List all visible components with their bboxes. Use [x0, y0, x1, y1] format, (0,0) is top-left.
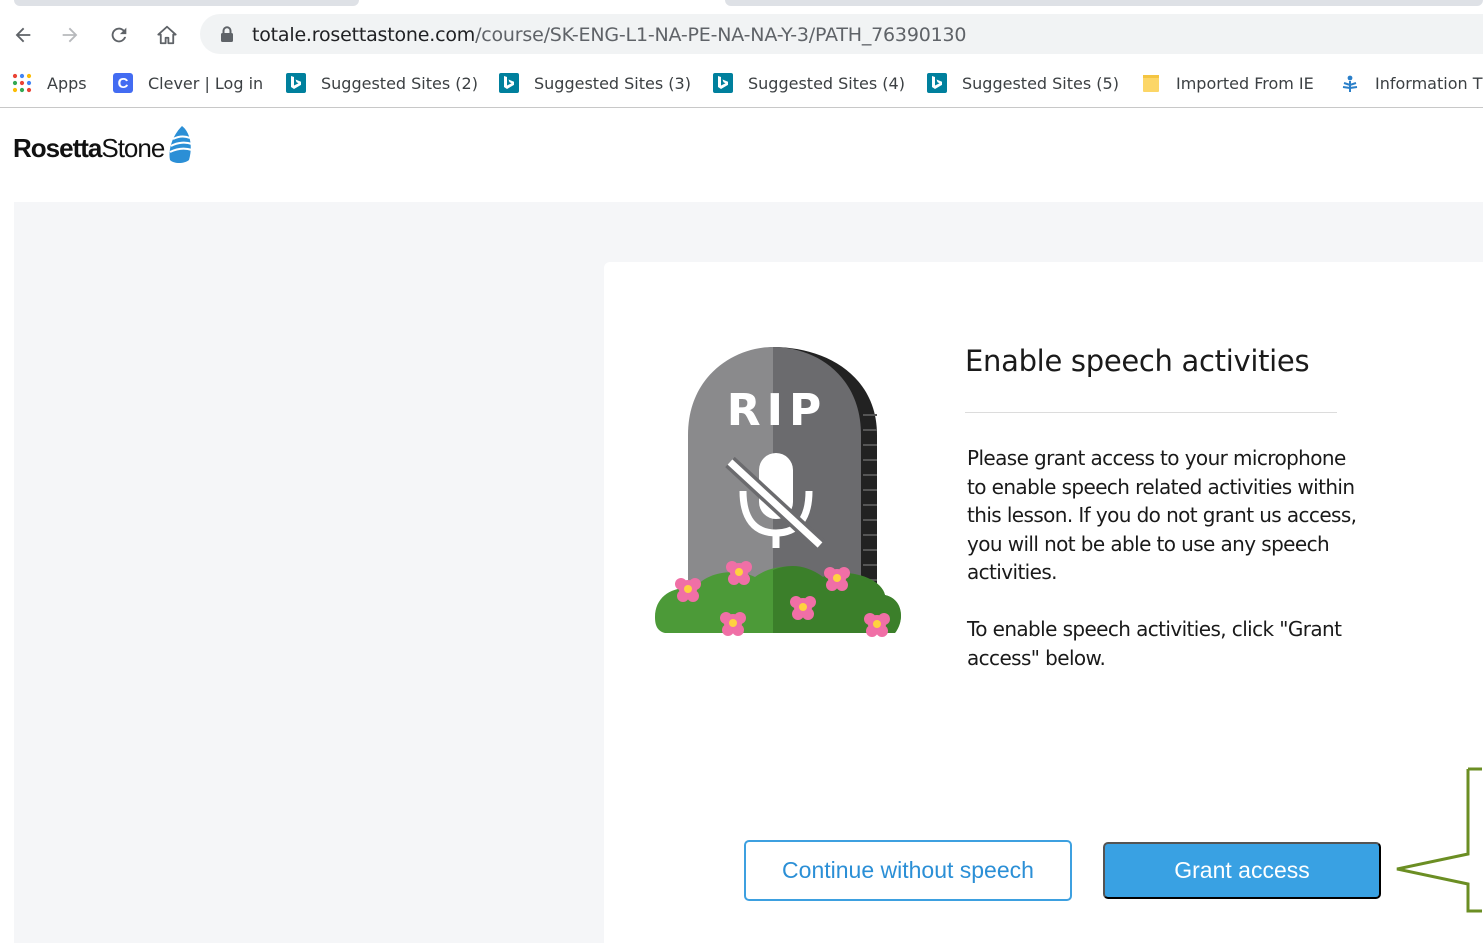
bookmark-label: Suggested Sites (4): [748, 73, 905, 93]
title-divider: [965, 412, 1337, 413]
bookmarks-bar: Apps C Clever | Log in Suggested Sites (…: [0, 58, 1483, 108]
tab-edge[interactable]: [725, 0, 1483, 6]
bookmark-apps[interactable]: Apps: [12, 72, 87, 94]
rosetta-stone-logo[interactable]: RosettaStone: [13, 126, 196, 166]
bookmark-suggested-sites-5[interactable]: Suggested Sites (5): [927, 72, 1119, 94]
dialog-body: Please grant access to your microphone t…: [967, 444, 1367, 672]
bookmark-label: Suggested Sites (3): [534, 73, 691, 93]
arrow-right-icon: [62, 27, 78, 43]
bing-icon: [499, 73, 519, 93]
address-bar[interactable]: totale.rosettastone.com/course/SK-ENG-L1…: [200, 14, 1483, 54]
bing-icon: [713, 73, 733, 93]
bing-icon: [927, 73, 947, 93]
bookmark-label: Apps: [47, 73, 87, 93]
bing-icon: [286, 73, 306, 93]
bookmark-suggested-sites-3[interactable]: Suggested Sites (3): [499, 72, 691, 94]
clever-icon: C: [113, 73, 133, 93]
bookmark-information[interactable]: Information T: [1340, 72, 1482, 94]
url-host: totale.rosettastone.com: [252, 24, 476, 46]
continue-without-speech-button[interactable]: Continue without speech: [744, 840, 1072, 901]
url-path: /course/SK-ENG-L1-NA-PE-NA-NA-Y-3/PATH_7…: [475, 24, 967, 46]
apps-grid-icon: [12, 73, 32, 93]
rosetta-stone-logo-icon: [169, 126, 193, 163]
site-header: RosettaStone: [0, 110, 1483, 202]
info-tech-icon: [1340, 73, 1360, 93]
home-icon: [157, 25, 177, 45]
bookmark-suggested-sites-4[interactable]: Suggested Sites (4): [713, 72, 905, 94]
dialog-title: Enable speech activities: [965, 344, 1310, 378]
arrow-left-icon: [15, 27, 31, 43]
tombstone-muted-microphone-icon: RIP: [655, 347, 901, 637]
bookmark-label: Suggested Sites (5): [962, 73, 1119, 93]
bookmark-imported-from-ie[interactable]: Imported From IE: [1141, 72, 1314, 94]
dialog-paragraph-2: To enable speech activities, click "Gran…: [967, 616, 1342, 670]
bookmark-label: Clever | Log in: [148, 73, 264, 93]
tab-strip: [0, 0, 1483, 12]
url-text: totale.rosettastone.com/course/SK-ENG-L1…: [252, 24, 966, 46]
dialog-paragraph-1: Please grant access to your microphone t…: [967, 446, 1357, 585]
logo-text-bold: Rosetta: [13, 132, 102, 163]
logo-text: RosettaStone: [13, 132, 165, 164]
tombstone-engraving: RIP: [727, 385, 828, 436]
folder-icon: [1141, 73, 1161, 93]
bookmark-suggested-sites-2[interactable]: Suggested Sites (2): [286, 72, 478, 94]
bookmark-label: Imported From IE: [1176, 73, 1314, 93]
back-button[interactable]: [8, 20, 38, 50]
reload-button[interactable]: [104, 20, 134, 50]
bookmark-clever[interactable]: C Clever | Log in: [113, 72, 263, 94]
browser-toolbar: totale.rosettastone.com/course/SK-ENG-L1…: [0, 12, 1483, 58]
lock-icon: [221, 26, 233, 42]
tab-edge[interactable]: [14, 0, 359, 6]
logo-text-light: Stone: [101, 132, 165, 163]
bookmark-label: Suggested Sites (2): [321, 73, 478, 93]
reload-icon: [111, 27, 127, 43]
callout-arrow-annotation: [1396, 767, 1482, 913]
forward-button[interactable]: [55, 20, 85, 50]
grant-access-button[interactable]: Grant access: [1103, 842, 1381, 899]
home-button[interactable]: [152, 20, 182, 50]
bookmark-label: Information T: [1375, 73, 1483, 93]
